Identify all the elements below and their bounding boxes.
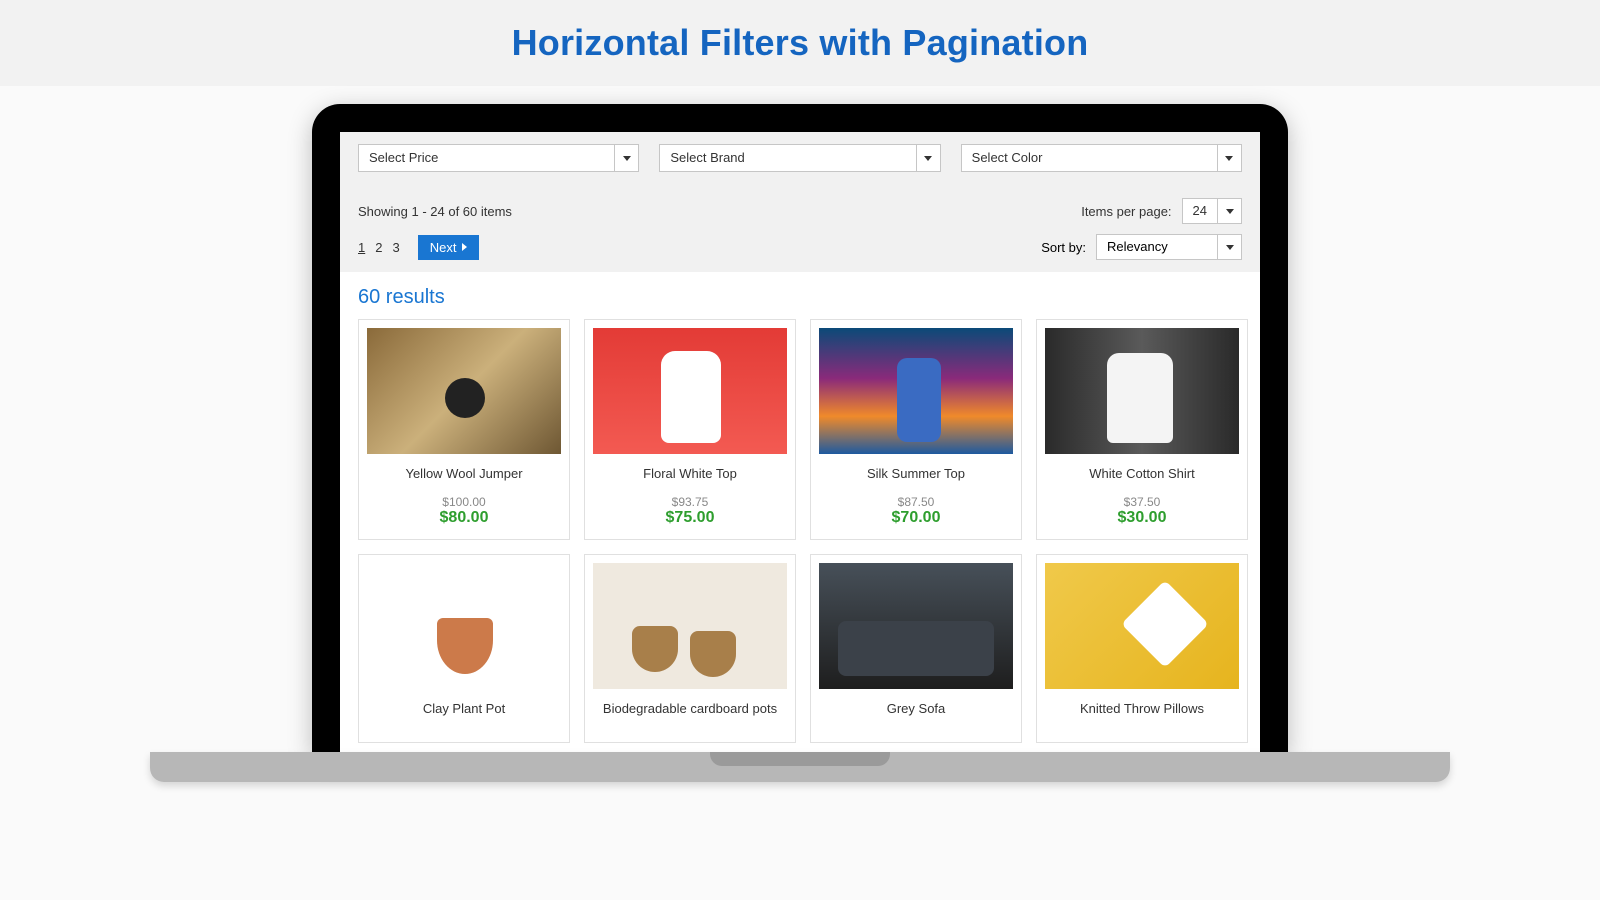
sort-label: Sort by: <box>1041 240 1086 255</box>
filter-bar: Select Price Select Brand Select Color <box>340 132 1260 184</box>
status-row: Showing 1 - 24 of 60 items Items per pag… <box>340 184 1260 224</box>
laptop-bezel: Select Price Select Brand Select Color S… <box>312 104 1288 752</box>
product-image <box>1045 563 1239 689</box>
laptop-mockup: Select Price Select Brand Select Color S… <box>0 86 1600 782</box>
select-brand[interactable]: Select Brand <box>659 144 940 172</box>
product-name: Silk Summer Top <box>867 466 965 481</box>
showing-text: Showing 1 - 24 of 60 items <box>358 204 512 219</box>
select-brand-label: Select Brand <box>660 145 915 171</box>
items-per-page-label: Items per page: <box>1081 204 1171 219</box>
select-price[interactable]: Select Price <box>358 144 639 172</box>
product-name: Floral White Top <box>643 466 737 481</box>
items-per-page-select[interactable]: 24 <box>1182 198 1242 224</box>
items-per-page-value: 24 <box>1183 199 1217 223</box>
select-color-label: Select Color <box>962 145 1217 171</box>
product-grid: Yellow Wool Jumper $100.00$80.00 Floral Wh… <box>340 319 1260 743</box>
laptop-notch <box>710 752 890 766</box>
select-price-label: Select Price <box>359 145 614 171</box>
results-count: 60 results <box>340 272 1260 319</box>
chevron-down-icon <box>1217 235 1241 259</box>
sale-price: $75.00 <box>666 509 715 527</box>
sort-wrap: Sort by: Relevancy <box>1041 234 1242 260</box>
sale-price: $70.00 <box>892 509 941 527</box>
product-image <box>593 563 787 689</box>
next-label: Next <box>430 240 457 255</box>
pager-row: 123 Next Sort by: Relevancy <box>340 224 1260 272</box>
select-color[interactable]: Select Color <box>961 144 1242 172</box>
chevron-right-icon <box>462 243 467 251</box>
product-image <box>819 328 1013 454</box>
product-name: White Cotton Shirt <box>1089 466 1195 481</box>
old-price: $87.50 <box>898 495 935 509</box>
product-image <box>1045 328 1239 454</box>
product-image <box>367 328 561 454</box>
screen: Select Price Select Brand Select Color S… <box>340 132 1260 752</box>
page-number-1[interactable]: 1 <box>358 240 365 255</box>
product-card[interactable]: Silk Summer Top $87.50$70.00 <box>810 319 1022 540</box>
laptop-base <box>150 752 1450 782</box>
items-per-page-wrap: Items per page: 24 <box>1081 198 1242 224</box>
product-card[interactable]: Clay Plant Pot <box>358 554 570 743</box>
sort-value: Relevancy <box>1097 235 1217 259</box>
product-card[interactable]: Floral White Top $93.75$75.00 <box>584 319 796 540</box>
pagination: 123 Next <box>358 235 479 260</box>
product-image <box>819 563 1013 689</box>
product-name: Clay Plant Pot <box>423 701 505 716</box>
product-name: Grey Sofa <box>887 701 946 716</box>
banner-title: Horizontal Filters with Pagination <box>0 22 1600 64</box>
product-card[interactable]: White Cotton Shirt $37.50$30.00 <box>1036 319 1248 540</box>
product-card[interactable]: Knitted Throw Pillows <box>1036 554 1248 743</box>
product-card[interactable]: Grey Sofa <box>810 554 1022 743</box>
old-price: $93.75 <box>672 495 709 509</box>
sale-price: $80.00 <box>440 509 489 527</box>
product-card[interactable]: Yellow Wool Jumper $100.00$80.00 <box>358 319 570 540</box>
page-number-3[interactable]: 3 <box>392 240 399 255</box>
chevron-down-icon <box>1217 199 1241 223</box>
product-name: Yellow Wool Jumper <box>405 466 522 481</box>
chevron-down-icon <box>614 145 638 171</box>
sale-price: $30.00 <box>1118 509 1167 527</box>
chevron-down-icon <box>916 145 940 171</box>
chevron-down-icon <box>1217 145 1241 171</box>
old-price: $37.50 <box>1124 495 1161 509</box>
product-card[interactable]: Biodegradable cardboard pots <box>584 554 796 743</box>
next-button[interactable]: Next <box>418 235 480 260</box>
product-image <box>593 328 787 454</box>
product-name: Biodegradable cardboard pots <box>603 701 777 716</box>
page-number-2[interactable]: 2 <box>375 240 382 255</box>
old-price: $100.00 <box>442 495 485 509</box>
sort-select[interactable]: Relevancy <box>1096 234 1242 260</box>
product-name: Knitted Throw Pillows <box>1080 701 1204 716</box>
banner: Horizontal Filters with Pagination <box>0 0 1600 86</box>
product-image <box>367 563 561 689</box>
filter-row: Select Price Select Brand Select Color <box>358 144 1242 172</box>
